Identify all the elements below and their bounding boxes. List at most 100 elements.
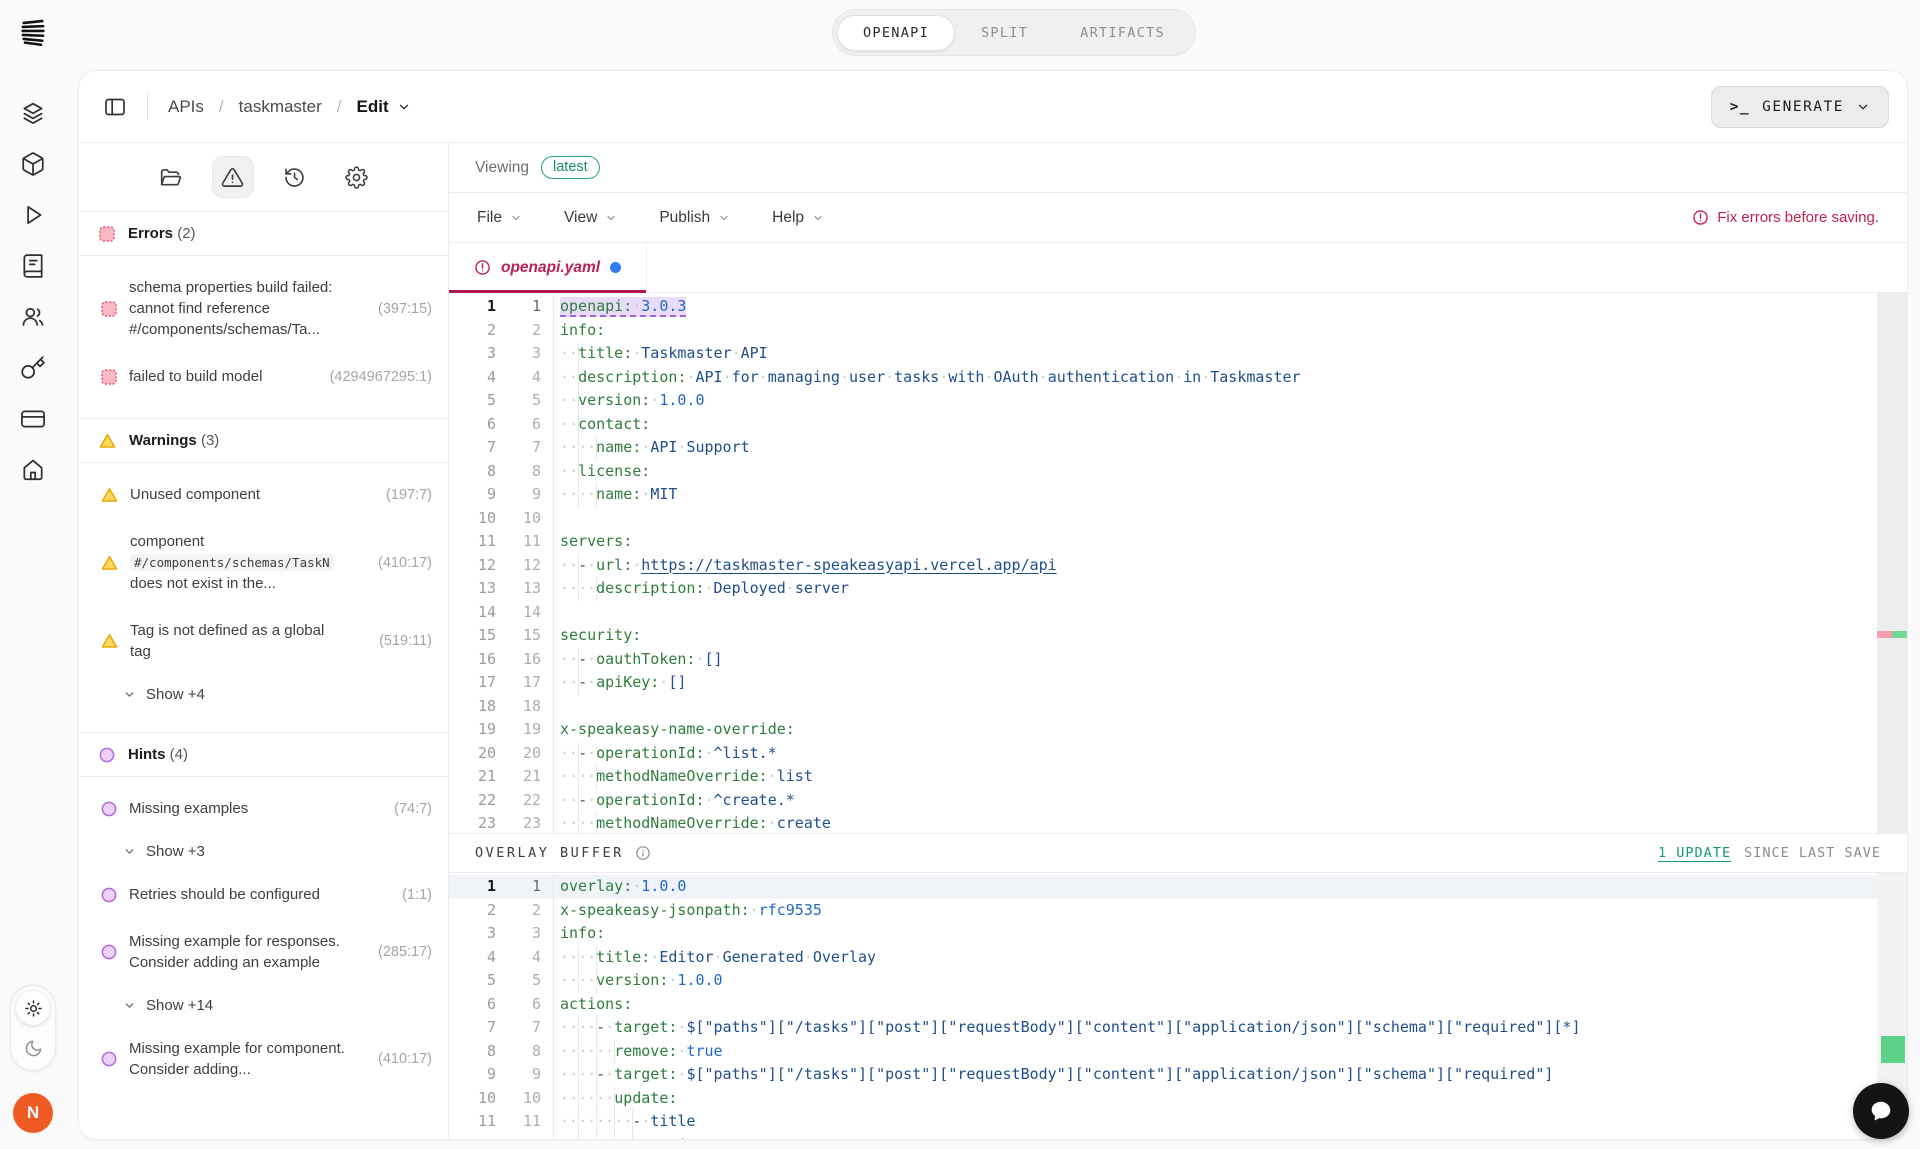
- speakeasy-logo-icon[interactable]: [17, 16, 49, 48]
- play-icon[interactable]: [18, 200, 48, 230]
- line-number: 3: [496, 342, 541, 366]
- overlay-line[interactable]: 77····-·target:·$["paths"]["/tasks"]["po…: [449, 1016, 1907, 1040]
- section-header-warnings[interactable]: Warnings (3): [79, 418, 448, 463]
- openapi-line[interactable]: 2121····methodNameOverride:·list: [449, 765, 1907, 789]
- file-tab-openapi-yaml[interactable]: openapi.yaml: [449, 243, 647, 292]
- openapi-line[interactable]: 1212··-·url:·https://taskmaster-speakeas…: [449, 554, 1907, 578]
- warning-item[interactable]: Tag is not defined as a global tag(519:1…: [79, 607, 448, 675]
- openapi-line[interactable]: 33··title:·Taskmaster·API: [449, 342, 1907, 366]
- show-more-button[interactable]: Show +14: [79, 986, 448, 1025]
- theme-dark-moon-icon[interactable]: [16, 1031, 50, 1065]
- code-text: actions:: [553, 993, 1907, 1017]
- editor-scrollbar[interactable]: [1877, 293, 1907, 833]
- openapi-line[interactable]: 1818: [449, 695, 1907, 719]
- overlay-line[interactable]: 22x-speakeasy-jsonpath:·rfc9535: [449, 899, 1907, 923]
- section-header-errors[interactable]: Errors (2): [79, 212, 448, 256]
- openapi-line[interactable]: 22info:: [449, 319, 1907, 343]
- breadcrumb-apis[interactable]: APIs: [168, 97, 204, 117]
- overlay-line[interactable]: 1010······update:: [449, 1087, 1907, 1111]
- openapi-line[interactable]: 55··version:·1.0.0: [449, 389, 1907, 413]
- files-folder-icon[interactable]: [150, 156, 192, 198]
- hint-item[interactable]: Retries should be configured(1:1): [79, 871, 448, 918]
- warning-item[interactable]: Unused component(197:7): [79, 471, 448, 518]
- openapi-line[interactable]: 1515security:: [449, 624, 1907, 648]
- hint-item[interactable]: Missing examples(74:7): [79, 785, 448, 832]
- book-icon[interactable]: [18, 251, 48, 281]
- stack-icon[interactable]: [18, 98, 48, 128]
- breadcrumb-taskmaster[interactable]: taskmaster: [239, 97, 322, 117]
- overlay-line[interactable]: 1212········-·project_name: [449, 1134, 1907, 1140]
- show-more-button[interactable]: Show +4: [79, 675, 448, 714]
- overlay-code-editor[interactable]: 11overlay:·1.0.022x-speakeasy-jsonpath:·…: [449, 873, 1907, 1139]
- overlay-line[interactable]: 55····version:·1.0.0: [449, 969, 1907, 993]
- show-more-button[interactable]: Show +3: [79, 832, 448, 871]
- tab-split[interactable]: SPLIT: [955, 15, 1054, 51]
- divider: [147, 94, 148, 120]
- error-item[interactable]: schema properties build failed: cannot f…: [79, 264, 448, 353]
- chevron-down-icon: [718, 212, 730, 224]
- key-icon[interactable]: [18, 353, 48, 383]
- openapi-line[interactable]: 2020··-·operationId:·^list.*: [449, 742, 1907, 766]
- menu-help[interactable]: Help: [772, 209, 824, 227]
- overlay-line[interactable]: 66actions:: [449, 993, 1907, 1017]
- menu-view[interactable]: View: [564, 209, 617, 227]
- overlay-line[interactable]: 33info:: [449, 922, 1907, 946]
- error-item[interactable]: failed to build model(4294967295:1): [79, 353, 448, 400]
- info-icon[interactable]: [635, 845, 651, 861]
- hint-item[interactable]: Missing example for component. Consider …: [79, 1025, 448, 1093]
- version-badge[interactable]: latest: [541, 156, 600, 179]
- user-avatar[interactable]: N: [13, 1093, 53, 1133]
- openapi-line[interactable]: 88··license:: [449, 460, 1907, 484]
- openapi-line[interactable]: 1414: [449, 601, 1907, 625]
- diff-marker[interactable]: [1881, 1036, 1905, 1063]
- overlay-line[interactable]: 11overlay:·1.0.0: [449, 875, 1907, 899]
- openapi-line[interactable]: 1010: [449, 507, 1907, 531]
- generate-button[interactable]: >_ GENERATE: [1711, 86, 1889, 128]
- breadcrumb-separator: /: [337, 97, 342, 117]
- openapi-line[interactable]: 1919x-speakeasy-name-override:: [449, 718, 1907, 742]
- openapi-line[interactable]: 1313····description:·Deployed·server: [449, 577, 1907, 601]
- package-icon[interactable]: [18, 149, 48, 179]
- openapi-code-editor[interactable]: 11openapi:·3.0.322info:33··title:·Taskma…: [449, 293, 1907, 833]
- overlay-line[interactable]: 88······remove:·true: [449, 1040, 1907, 1064]
- openapi-line[interactable]: 1111servers:: [449, 530, 1907, 554]
- openapi-line[interactable]: 11openapi:·3.0.3: [449, 295, 1907, 319]
- home-icon[interactable]: [18, 455, 48, 485]
- overlay-line[interactable]: 44····title:·Editor·Generated·Overlay: [449, 946, 1907, 970]
- hint-item[interactable]: Missing example for responses. Consider …: [79, 918, 448, 986]
- openapi-line[interactable]: 66··contact:: [449, 413, 1907, 437]
- line-number: 6: [496, 413, 541, 437]
- openapi-line[interactable]: 77····name:·API·Support: [449, 436, 1907, 460]
- users-icon[interactable]: [18, 302, 48, 332]
- error-marker[interactable]: [1877, 631, 1892, 638]
- billing-icon[interactable]: [18, 404, 48, 434]
- theme-light-sun-icon[interactable]: [16, 991, 50, 1025]
- chat-bubble-button[interactable]: [1853, 1083, 1909, 1139]
- issue-location: (410:17): [378, 1051, 432, 1067]
- breadcrumb-edit-menu[interactable]: Edit: [357, 97, 411, 117]
- tab-openapi[interactable]: OPENAPI: [837, 15, 955, 51]
- update-count-link[interactable]: 1 UPDATE: [1658, 845, 1731, 861]
- openapi-line[interactable]: 2323····methodNameOverride:·create: [449, 812, 1907, 833]
- openapi-line[interactable]: 44··description:·API·for·managing·user·t…: [449, 366, 1907, 390]
- openapi-line[interactable]: 99····name:·MIT: [449, 483, 1907, 507]
- theme-toggle[interactable]: [10, 985, 56, 1071]
- menu-file[interactable]: File: [477, 209, 522, 227]
- warning-item[interactable]: component #/components/schemas/TaskN doe…: [79, 518, 448, 607]
- overlay-line[interactable]: 99····-·target:·$["paths"]["/tasks"]["po…: [449, 1063, 1907, 1087]
- openapi-line[interactable]: 1616··-·oauthToken:·[]: [449, 648, 1907, 672]
- section-header-hints[interactable]: Hints (4): [79, 732, 448, 777]
- line-number: 14: [496, 601, 541, 625]
- diff-marker[interactable]: [1892, 631, 1907, 638]
- issues-warning-icon[interactable]: [212, 156, 254, 198]
- openapi-line[interactable]: 1717··-·apiKey:·[]: [449, 671, 1907, 695]
- settings-gear-icon[interactable]: [336, 156, 378, 198]
- tab-artifacts[interactable]: ARTIFACTS: [1054, 15, 1191, 51]
- sidebar-toggle-icon[interactable]: [103, 95, 127, 119]
- line-number: 11: [449, 1110, 496, 1134]
- history-icon[interactable]: [274, 156, 316, 198]
- menu-publish[interactable]: Publish: [659, 209, 730, 227]
- overlay-line[interactable]: 1111········-·title: [449, 1110, 1907, 1134]
- line-number: 12: [449, 554, 496, 578]
- openapi-line[interactable]: 2222··-·operationId:·^create.*: [449, 789, 1907, 813]
